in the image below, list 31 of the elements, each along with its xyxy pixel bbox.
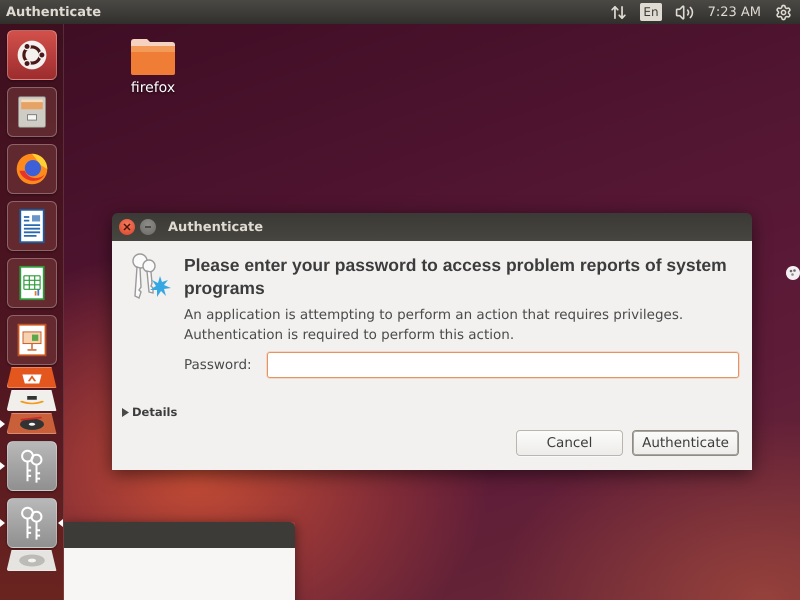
round-dots-icon: [785, 265, 800, 281]
window-title: Authenticate: [6, 4, 102, 20]
folder-icon[interactable]: [130, 38, 176, 76]
launcher-button[interactable]: [6, 550, 56, 571]
launcher-button[interactable]: [6, 258, 56, 308]
launcher-button[interactable]: [6, 144, 56, 194]
dialog-button[interactable]: Authenticate: [632, 430, 739, 456]
launcher-button[interactable]: [6, 441, 56, 491]
volume-icon[interactable]: [674, 2, 694, 22]
launcher-button[interactable]: [6, 367, 56, 388]
close-button[interactable]: [119, 219, 135, 235]
launcher-button[interactable]: [6, 201, 56, 251]
minimize-button[interactable]: [140, 219, 156, 235]
launcher-button[interactable]: [6, 30, 56, 80]
desktop-icon-label: firefox: [130, 80, 176, 96]
settings-icon[interactable]: [775, 4, 792, 20]
keyboard-layout-indicator[interactable]: En: [640, 3, 662, 21]
dialog-heading: Please enter your password to access problem reports of system programs: [184, 254, 728, 300]
close-icon: [123, 223, 131, 231]
password-label: Password:: [184, 357, 253, 373]
password-field[interactable]: [267, 352, 739, 378]
clock[interactable]: 7:23 AM: [706, 4, 762, 20]
network-arrows-icon[interactable]: [610, 4, 628, 20]
launcher-button[interactable]: [6, 87, 56, 137]
dialog-message: An application is attempting to perform an action that requires privileges. Authentication is required to perform this action.: [184, 306, 684, 345]
details-expander[interactable]: Details: [122, 405, 178, 419]
globe-icon: [14, 151, 50, 187]
dialog-button[interactable]: Cancel: [516, 430, 623, 456]
launcher-button[interactable]: [6, 390, 56, 411]
dialog-title: Authenticate: [168, 220, 264, 234]
launcher-button[interactable]: [6, 315, 56, 365]
